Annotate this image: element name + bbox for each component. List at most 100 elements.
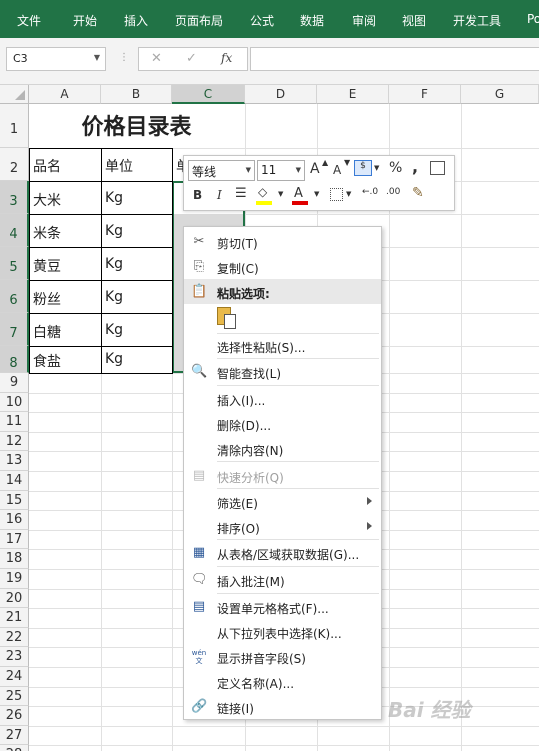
menu-item-smart-lookup[interactable]: 🔍 智能查找(L) bbox=[184, 359, 381, 384]
row-header-19[interactable]: 19 bbox=[0, 569, 29, 589]
menu-item-copy[interactable]: ⎘ 复制(C) bbox=[184, 254, 381, 279]
chevron-down-icon[interactable]: ▼ bbox=[246, 166, 251, 174]
percent-style-icon[interactable]: % bbox=[389, 160, 402, 176]
menu-item-link[interactable]: 🔗 链接(I) bbox=[184, 694, 381, 719]
cell-a4[interactable]: 米条 bbox=[30, 223, 61, 243]
column-header-b[interactable]: B bbox=[101, 85, 172, 104]
chevron-down-icon[interactable]: ▼ bbox=[374, 164, 379, 172]
row-header-4[interactable]: 4 bbox=[0, 214, 29, 247]
borders-icon[interactable] bbox=[330, 188, 343, 201]
align-center-icon[interactable]: ☰ bbox=[235, 186, 247, 201]
menu-item-show-phonetic[interactable]: wén 文 显示拼音字段(S) bbox=[184, 644, 381, 669]
menu-item-cut[interactable]: ✂ 剪切(T) bbox=[184, 229, 381, 254]
font-color-icon[interactable]: A bbox=[294, 186, 303, 201]
cell-b5[interactable]: Kg bbox=[102, 256, 123, 272]
cancel-icon[interactable]: ✕ bbox=[151, 51, 162, 66]
increase-decimal-icon[interactable]: ←.0 bbox=[362, 187, 378, 197]
sheet-title[interactable]: 价格目录表 bbox=[29, 104, 244, 148]
chevron-down-icon[interactable]: ▼ bbox=[314, 190, 319, 198]
cell-b2[interactable]: 单位 bbox=[102, 156, 133, 176]
menu-item-define-name[interactable]: 定义名称(A)... bbox=[184, 669, 381, 694]
row-header-12[interactable]: 12 bbox=[0, 431, 29, 452]
menu-item-paste-special[interactable]: 选择性粘贴(S)... bbox=[184, 333, 381, 358]
menu-item-clear-contents[interactable]: 清除内容(N) bbox=[184, 436, 381, 461]
resize-handle-icon[interactable]: ⋮ bbox=[119, 52, 130, 63]
cell-b8[interactable]: Kg bbox=[102, 351, 123, 367]
merge-cells-icon[interactable] bbox=[430, 161, 445, 175]
column-header-c[interactable]: C bbox=[172, 85, 245, 104]
column-header-g[interactable]: G bbox=[461, 85, 539, 104]
paste-button[interactable] bbox=[217, 307, 237, 331]
tab-view[interactable]: 视图 bbox=[402, 12, 426, 29]
row-header-21[interactable]: 21 bbox=[0, 608, 29, 628]
format-painter-icon[interactable]: ✎ bbox=[412, 185, 424, 201]
column-header-f[interactable]: F bbox=[389, 85, 461, 104]
cell-a8[interactable]: 食盐 bbox=[30, 351, 61, 371]
row-header-23[interactable]: 23 bbox=[0, 647, 29, 667]
column-header-e[interactable]: E bbox=[317, 85, 389, 104]
cell-b7[interactable]: Kg bbox=[102, 322, 123, 338]
tab-data[interactable]: 数据 bbox=[300, 12, 324, 29]
row-header-27[interactable]: 27 bbox=[0, 725, 29, 746]
tab-page-layout[interactable]: 页面布局 bbox=[175, 12, 223, 29]
column-header-a[interactable]: A bbox=[29, 85, 101, 104]
row-header-25[interactable]: 25 bbox=[0, 686, 29, 707]
grow-font-icon[interactable]: A bbox=[310, 161, 320, 177]
select-all-corner[interactable] bbox=[0, 85, 29, 104]
tab-file[interactable]: 文件 bbox=[17, 12, 41, 29]
row-header-13[interactable]: 13 bbox=[0, 451, 29, 471]
row-header-17[interactable]: 17 bbox=[0, 529, 29, 550]
row-header-6[interactable]: 6 bbox=[0, 280, 29, 313]
bold-icon[interactable]: B bbox=[193, 188, 202, 202]
menu-item-insert-comment[interactable]: 🗨 插入批注(M) bbox=[184, 567, 381, 592]
row-header-8[interactable]: 8 bbox=[0, 346, 29, 373]
row-header-22[interactable]: 22 bbox=[0, 627, 29, 648]
decrease-decimal-icon[interactable]: .00 bbox=[386, 187, 400, 197]
row-header-24[interactable]: 24 bbox=[0, 667, 29, 687]
menu-item-filter[interactable]: 筛选(E) bbox=[184, 489, 381, 514]
menu-item-sort[interactable]: 排序(O) bbox=[184, 514, 381, 539]
enter-icon[interactable]: ✓ bbox=[186, 51, 197, 66]
row-header-11[interactable]: 11 bbox=[0, 412, 29, 432]
row-header-5[interactable]: 5 bbox=[0, 247, 29, 280]
chevron-down-icon[interactable]: ▼ bbox=[346, 190, 351, 198]
shrink-font-icon[interactable]: A bbox=[333, 163, 341, 177]
row-header-18[interactable]: 18 bbox=[0, 549, 29, 569]
tab-formulas[interactable]: 公式 bbox=[250, 12, 274, 29]
cell-a5[interactable]: 黄豆 bbox=[30, 256, 61, 276]
cell-a7[interactable]: 白糖 bbox=[30, 322, 61, 342]
tab-developer[interactable]: 开发工具 bbox=[453, 12, 501, 29]
accounting-format-icon[interactable]: $ bbox=[354, 160, 372, 176]
comma-style-icon[interactable]: , bbox=[412, 157, 418, 176]
row-header-1[interactable]: 1 bbox=[0, 104, 29, 148]
row-header-15[interactable]: 15 bbox=[0, 490, 29, 511]
row-header-7[interactable]: 7 bbox=[0, 313, 29, 346]
font-name-box[interactable]: 等线 ▼ bbox=[188, 160, 255, 181]
italic-icon[interactable]: I bbox=[217, 188, 222, 202]
tab-home[interactable]: 开始 bbox=[73, 12, 97, 29]
name-box[interactable]: C3 ▼ bbox=[6, 47, 106, 71]
row-header-3[interactable]: 3 bbox=[0, 181, 29, 214]
cell-a2[interactable]: 品名 bbox=[30, 156, 61, 176]
menu-item-delete[interactable]: 删除(D)... bbox=[184, 411, 381, 436]
row-header-2[interactable]: 2 bbox=[0, 148, 29, 181]
column-header-d[interactable]: D bbox=[245, 85, 317, 104]
menu-item-get-data[interactable]: ▦ 从表格/区域获取数据(G)... bbox=[184, 540, 381, 565]
chevron-down-icon[interactable]: ▼ bbox=[278, 190, 283, 198]
tab-insert[interactable]: 插入 bbox=[124, 12, 148, 29]
font-size-box[interactable]: 11 ▼ bbox=[257, 160, 305, 181]
menu-item-insert[interactable]: 插入(I)... bbox=[184, 386, 381, 411]
row-header-9[interactable]: 9 bbox=[0, 373, 29, 393]
row-header-28[interactable]: 28 bbox=[0, 745, 29, 751]
row-header-16[interactable]: 16 bbox=[0, 510, 29, 530]
cell-b6[interactable]: Kg bbox=[102, 289, 123, 305]
row-header-14[interactable]: 14 bbox=[0, 471, 29, 491]
menu-item-pick-from-list[interactable]: 从下拉列表中选择(K)... bbox=[184, 619, 381, 644]
row-header-10[interactable]: 10 bbox=[0, 392, 29, 413]
cell-b3[interactable]: Kg bbox=[102, 190, 123, 206]
row-header-20[interactable]: 20 bbox=[0, 588, 29, 609]
formula-input[interactable] bbox=[250, 47, 539, 71]
cell-a3[interactable]: 大米 bbox=[30, 190, 61, 210]
tab-review[interactable]: 审阅 bbox=[352, 12, 376, 29]
menu-item-format-cells[interactable]: ▤ 设置单元格格式(F)... bbox=[184, 594, 381, 619]
